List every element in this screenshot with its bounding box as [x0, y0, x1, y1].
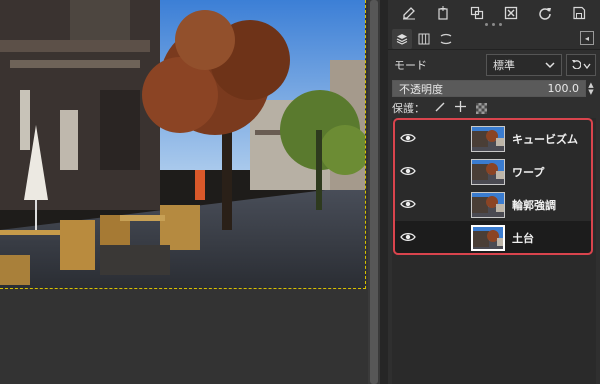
photo-canvas[interactable]: [0, 0, 366, 289]
layer-row[interactable]: キュービズム: [395, 122, 591, 155]
eye-icon[interactable]: [395, 197, 421, 213]
scrollbar-thumb[interactable]: [370, 0, 378, 384]
tab-menu-icon[interactable]: ◂: [580, 31, 594, 45]
layer-row[interactable]: 輪郭強調: [395, 188, 591, 221]
lock-row: 保護：: [392, 100, 596, 116]
street-photo: [0, 0, 365, 288]
opacity-row: 不透明度 100.0 ▲ ▼: [392, 80, 596, 97]
new-layer-icon[interactable]: [432, 2, 454, 24]
opacity-label: 不透明度: [399, 82, 443, 96]
refresh-icon[interactable]: [534, 2, 556, 24]
chevron-down-icon: [545, 59, 555, 72]
layer-thumbnail[interactable]: [471, 158, 505, 185]
layer-thumbnail[interactable]: [471, 224, 505, 251]
undo-icon: [571, 59, 582, 72]
chevron-down-icon: [583, 59, 591, 72]
layer-row[interactable]: 土台: [395, 221, 591, 254]
layer-list: キュービズム ワープ輪郭強調土台: [392, 118, 596, 384]
pane-separator[interactable]: [380, 0, 388, 384]
save-icon[interactable]: [568, 2, 590, 24]
layer-name: キュービズム: [512, 132, 578, 146]
layer-thumbnail[interactable]: [471, 191, 505, 218]
duplicate-icon[interactable]: [466, 2, 488, 24]
mode-value: 標準: [493, 59, 515, 72]
paths-tab-icon[interactable]: [436, 29, 456, 49]
eye-icon[interactable]: [395, 230, 421, 246]
layer-name: 土台: [512, 231, 534, 245]
lock-position-icon[interactable]: [455, 101, 466, 115]
reset-mode-button[interactable]: [566, 54, 596, 76]
close-icon[interactable]: [500, 2, 522, 24]
layer-name: ワープ: [512, 165, 545, 179]
lock-label: 保護：: [392, 102, 425, 115]
opacity-value: 100.0: [547, 82, 580, 95]
eye-icon[interactable]: [395, 131, 421, 147]
layer-row[interactable]: ワープ: [395, 155, 591, 188]
vertical-scrollbar[interactable]: [368, 0, 380, 384]
edit-icon[interactable]: [398, 2, 420, 24]
opacity-spinner[interactable]: ▲ ▼: [586, 80, 596, 97]
layer-thumbnail[interactable]: [471, 125, 505, 152]
eye-icon[interactable]: [395, 164, 421, 180]
mode-row: モード 標準: [392, 54, 596, 76]
opacity-slider[interactable]: 不透明度 100.0: [392, 80, 586, 97]
dock-grip[interactable]: [478, 23, 508, 27]
layer-name: 輪郭強調: [512, 198, 556, 212]
mode-label: モード: [394, 59, 427, 72]
layers-dock: ◂ モード 標準 不透明度 100.0 ▲ ▼ 保護： キュービズム ワープ 輪…: [388, 0, 600, 384]
lock-pixels-icon[interactable]: [435, 101, 445, 115]
mode-select[interactable]: 標準: [486, 54, 562, 76]
canvas-area[interactable]: [0, 0, 380, 384]
dock-tabbar: ◂: [388, 28, 600, 50]
layers-tab-icon[interactable]: [392, 28, 412, 49]
lock-alpha-icon[interactable]: [476, 102, 487, 114]
channels-tab-icon[interactable]: [414, 29, 434, 49]
